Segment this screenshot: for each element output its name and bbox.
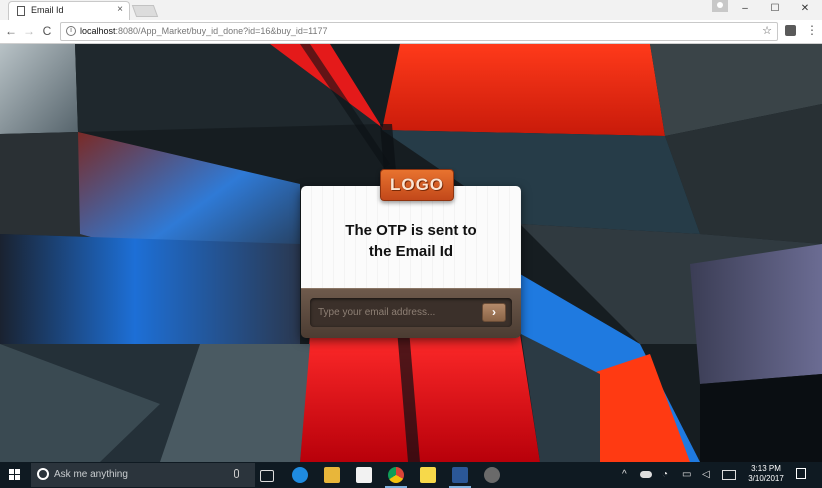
microphone-icon[interactable] [234, 469, 239, 478]
new-tab-button[interactable] [131, 5, 159, 17]
back-button[interactable]: ← [4, 24, 18, 38]
browser-menu-icon[interactable]: ⋮ [806, 23, 818, 37]
maximize-button[interactable]: ☐ [768, 3, 782, 14]
card-top-panel: The OTP is sent to the Email Id [301, 186, 521, 288]
tab-close-icon[interactable]: × [117, 4, 123, 15]
card-bottom-panel: › [301, 288, 521, 338]
document-icon [17, 6, 25, 16]
profile-icon[interactable] [712, 0, 728, 12]
clock-time: 3:13 PM [751, 464, 781, 473]
file-explorer-icon[interactable] [324, 467, 340, 483]
sticky-notes-icon[interactable] [420, 467, 436, 483]
otp-message: The OTP is sent to the Email Id [311, 220, 511, 262]
search-placeholder: Ask me anything [54, 469, 128, 480]
windows-taskbar: Ask me anything ^ ◔ ▭ ◁ 3:13 PM 3/10/201… [0, 462, 822, 488]
task-view-icon[interactable] [260, 470, 274, 482]
settings-gear-icon[interactable] [484, 467, 500, 483]
onedrive-icon[interactable] [640, 471, 652, 478]
otp-message-line2: the Email Id [368, 243, 454, 260]
info-icon[interactable]: i [66, 26, 76, 36]
address-bar[interactable]: i localhost:8080/App_Market/buy_id_done?… [60, 22, 778, 41]
browser-tab[interactable]: Email Id × [8, 1, 130, 20]
word-icon[interactable] [449, 467, 471, 488]
clock-date: 3/10/2017 [748, 474, 784, 483]
taskbar-clock[interactable]: 3:13 PM 3/10/2017 [748, 464, 784, 484]
network-icon[interactable]: ◔ [662, 469, 668, 480]
logo-badge: LOGO [380, 169, 454, 201]
bookmark-star-icon[interactable]: ☆ [762, 24, 772, 37]
edge-icon[interactable] [292, 467, 308, 483]
cortana-search-box[interactable]: Ask me anything [31, 463, 255, 487]
forward-button[interactable]: → [22, 24, 36, 38]
volume-icon[interactable]: ◁ [702, 469, 710, 480]
store-icon[interactable] [356, 467, 372, 483]
cortana-icon [37, 468, 49, 480]
chrome-icon[interactable] [385, 467, 407, 488]
url-path: :8080/App_Market/buy_id_done?id=16&buy_i… [115, 26, 328, 36]
url-text: localhost:8080/App_Market/buy_id_done?id… [80, 26, 328, 36]
email-form: › [310, 298, 512, 327]
tab-title: Email Id [31, 5, 64, 15]
extension-icon[interactable] [785, 25, 796, 36]
otp-message-line1: The OTP is sent to [345, 222, 477, 239]
battery-icon[interactable]: ▭ [682, 469, 691, 480]
reload-button[interactable]: C [40, 24, 54, 38]
minimize-button[interactable]: – [738, 3, 752, 14]
keyboard-icon[interactable] [722, 470, 736, 480]
url-host: localhost [80, 26, 116, 36]
tray-chevron-icon[interactable]: ^ [622, 469, 627, 480]
close-window-button[interactable]: ✕ [798, 3, 812, 14]
logo-text: LOGO [389, 175, 445, 194]
browser-toolbar: ← → C i localhost:8080/App_Market/buy_id… [0, 20, 822, 44]
page-content: LOGO The OTP is sent to the Email Id › [0, 44, 822, 462]
email-input[interactable] [310, 298, 480, 327]
submit-button[interactable]: › [482, 303, 506, 322]
browser-titlebar: Email Id × – ☐ ✕ [0, 0, 822, 20]
action-center-icon[interactable] [796, 468, 806, 479]
otp-card: The OTP is sent to the Email Id › [301, 186, 521, 338]
chevron-right-icon: › [492, 305, 496, 319]
windows-start-button[interactable] [9, 469, 21, 481]
